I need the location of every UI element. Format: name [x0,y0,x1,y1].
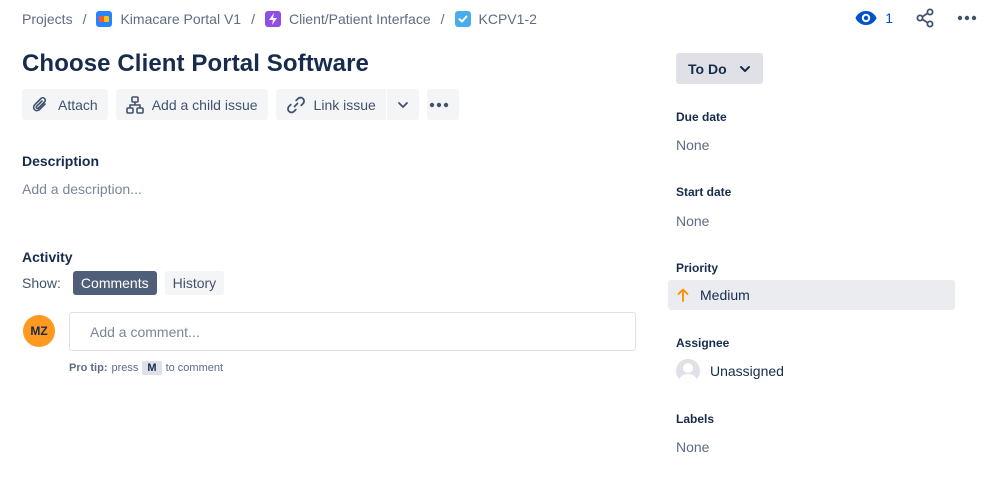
eye-icon [855,11,877,25]
tab-comments[interactable]: Comments [72,271,157,295]
status-button[interactable]: To Do [676,53,763,84]
assignee-value: Unassigned [710,363,784,379]
pro-tip-text: press [111,362,139,374]
priority-medium-icon [677,288,689,302]
breadcrumb: Projects / Kimacare Portal V1 / Client/P… [22,11,537,27]
pro-tip-label: Pro tip: [69,362,108,374]
share-icon [916,8,934,28]
assignee-label: Assignee [676,336,730,350]
chevron-down-icon [397,101,408,108]
issue-actions: 1 [855,8,977,28]
unassigned-avatar-icon [676,359,700,383]
assignee-field[interactable]: Unassigned [676,359,784,383]
attach-button[interactable]: Attach [22,89,108,120]
add-child-issue-button[interactable]: Add a child issue [115,89,268,120]
due-date-label: Due date [676,110,727,124]
project-icon [96,11,113,27]
chevron-down-icon [739,65,750,72]
pro-tip: Pro tip: press M to comment [69,361,223,375]
activity-filter: Show: Comments History [22,271,225,295]
more-button[interactable] [957,15,977,21]
link-issue-label: Link issue [313,96,376,113]
epic-icon [264,11,281,27]
more-icon [429,102,449,107]
breadcrumb-epic-label: Client/Patient Interface [288,11,431,27]
breadcrumb-issue-key: KCPV1-2 [478,11,537,27]
breadcrumb-projects[interactable]: Projects [22,11,73,27]
issue-toolbar: Attach Add a child issue Link issue [22,89,459,120]
start-date-label: Start date [676,185,732,199]
add-child-issue-label: Add a child issue [151,96,258,113]
show-label: Show: [22,275,61,291]
due-date-value[interactable]: None [676,137,709,153]
watch-count: 1 [885,10,893,26]
toolbar-more-button[interactable] [426,89,459,120]
child-issue-icon [125,95,144,114]
shortcut-key: M [142,361,162,375]
breadcrumb-project[interactable]: Kimacare Portal V1 [96,11,241,27]
tab-history[interactable]: History [164,271,225,295]
issue-title[interactable]: Choose Client Portal Software [22,50,369,78]
breadcrumb-separator: / [440,11,445,27]
labels-label: Labels [676,412,715,426]
activity-heading: Activity [22,249,73,265]
link-icon [286,96,305,113]
share-button[interactable] [915,8,935,28]
attach-label: Attach [58,96,98,113]
link-issue-button[interactable]: Link issue [276,89,386,120]
priority-label: Priority [676,261,719,275]
breadcrumb-separator: / [251,11,255,27]
labels-value[interactable]: None [676,439,709,455]
watch-button[interactable]: 1 [855,10,893,26]
priority-value: Medium [700,287,750,303]
description-input[interactable]: Add a description... [22,181,142,197]
link-issue-dropdown[interactable] [387,89,419,120]
breadcrumb-project-label: Kimacare Portal V1 [120,11,242,27]
link-issue-group: Link issue [275,89,419,120]
comment-input[interactable]: Add a comment... [69,312,636,351]
breadcrumb-separator: / [82,11,87,27]
breadcrumb-epic[interactable]: Client/Patient Interface [264,11,431,27]
pro-tip-text-end: to comment [165,362,224,374]
more-icon [957,15,977,21]
avatar: MZ [23,315,55,347]
priority-field[interactable]: Medium [668,280,955,310]
description-heading: Description [22,153,100,169]
status-label: To Do [688,60,727,77]
task-checkbox-icon [454,11,471,27]
breadcrumb-issue[interactable]: KCPV1-2 [454,11,537,27]
start-date-value[interactable]: None [676,213,709,229]
paperclip-icon [32,96,47,111]
